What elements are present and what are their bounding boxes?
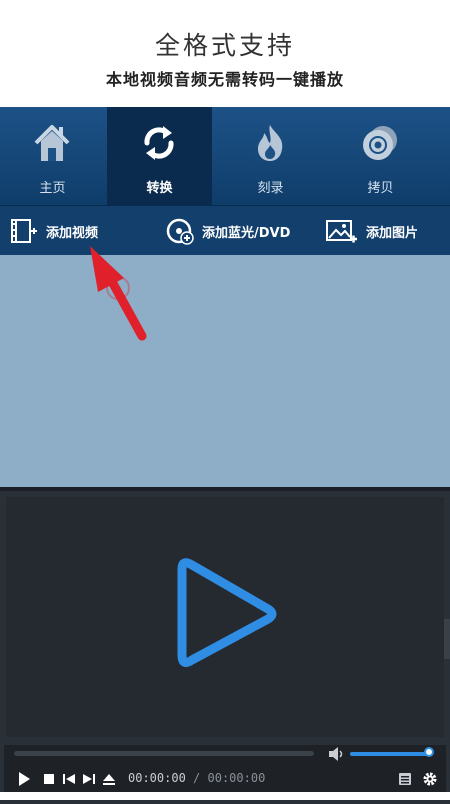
time-separator: /	[193, 771, 201, 785]
stop-icon[interactable]	[42, 771, 56, 787]
tab-convert[interactable]: 转换	[107, 107, 212, 205]
main-tab-bar: 主页 转换 刻录 拷贝	[0, 107, 450, 205]
video-player: 00:00:00 / 00:00:00	[0, 487, 450, 804]
app-window: 主页 转换 刻录 拷贝 添加视频 添加蓝光/DVD 添加图片 00:00:00 …	[0, 107, 450, 804]
volume-icon[interactable]	[326, 745, 346, 763]
volume-slider-knob[interactable]	[424, 747, 434, 757]
promo-subtitle: 本地视频音频无需转码一键播放	[105, 70, 344, 89]
action-toolbar: 添加视频 添加蓝光/DVD 添加图片	[0, 205, 450, 256]
next-icon[interactable]	[82, 771, 96, 787]
add-disc-icon	[166, 218, 194, 245]
file-drop-area[interactable]	[0, 255, 450, 487]
current-time: 00:00:00	[128, 771, 186, 785]
disc-copy-icon	[363, 126, 397, 160]
page-bottom-edge	[0, 792, 450, 800]
play-overlay-icon[interactable]	[6, 497, 444, 737]
convert-icon	[144, 126, 174, 160]
add-bluray-dvd-label: 添加蓝光/DVD	[202, 225, 291, 241]
tab-copy[interactable]: 拷贝	[328, 107, 433, 205]
tab-burn-label: 刻录	[257, 181, 284, 196]
video-screen[interactable]	[6, 497, 444, 737]
add-image-icon	[326, 220, 357, 243]
promo-title: 全格式支持	[154, 31, 295, 60]
pointer-arrow-annotation	[90, 246, 147, 341]
total-time: 00:00:00	[207, 771, 266, 785]
tab-home-label: 主页	[39, 181, 66, 196]
eject-icon[interactable]	[102, 771, 116, 787]
add-bluray-dvd-button[interactable]: 添加蓝光/DVD	[166, 206, 290, 256]
add-image-button[interactable]: 添加图片	[326, 206, 418, 256]
panel-resize-handle[interactable]	[444, 619, 450, 659]
tab-burn[interactable]: 刻录	[218, 107, 323, 205]
add-video-icon	[11, 219, 37, 243]
tab-home[interactable]: 主页	[0, 107, 105, 205]
time-display: 00:00:00 / 00:00:00	[128, 771, 265, 785]
volume-slider[interactable]	[350, 752, 430, 756]
seek-bar[interactable]	[14, 751, 314, 756]
tab-convert-label: 转换	[146, 181, 173, 196]
previous-icon[interactable]	[62, 771, 76, 787]
burn-icon	[258, 125, 283, 161]
tab-copy-label: 拷贝	[367, 181, 394, 196]
home-icon	[34, 125, 70, 161]
add-image-label: 添加图片	[366, 225, 419, 241]
playlist-icon[interactable]	[398, 771, 412, 787]
settings-gear-icon[interactable]	[422, 771, 438, 787]
play-icon[interactable]	[16, 771, 32, 787]
promo-header: 全格式支持 本地视频音频无需转码一键播放	[0, 0, 450, 107]
